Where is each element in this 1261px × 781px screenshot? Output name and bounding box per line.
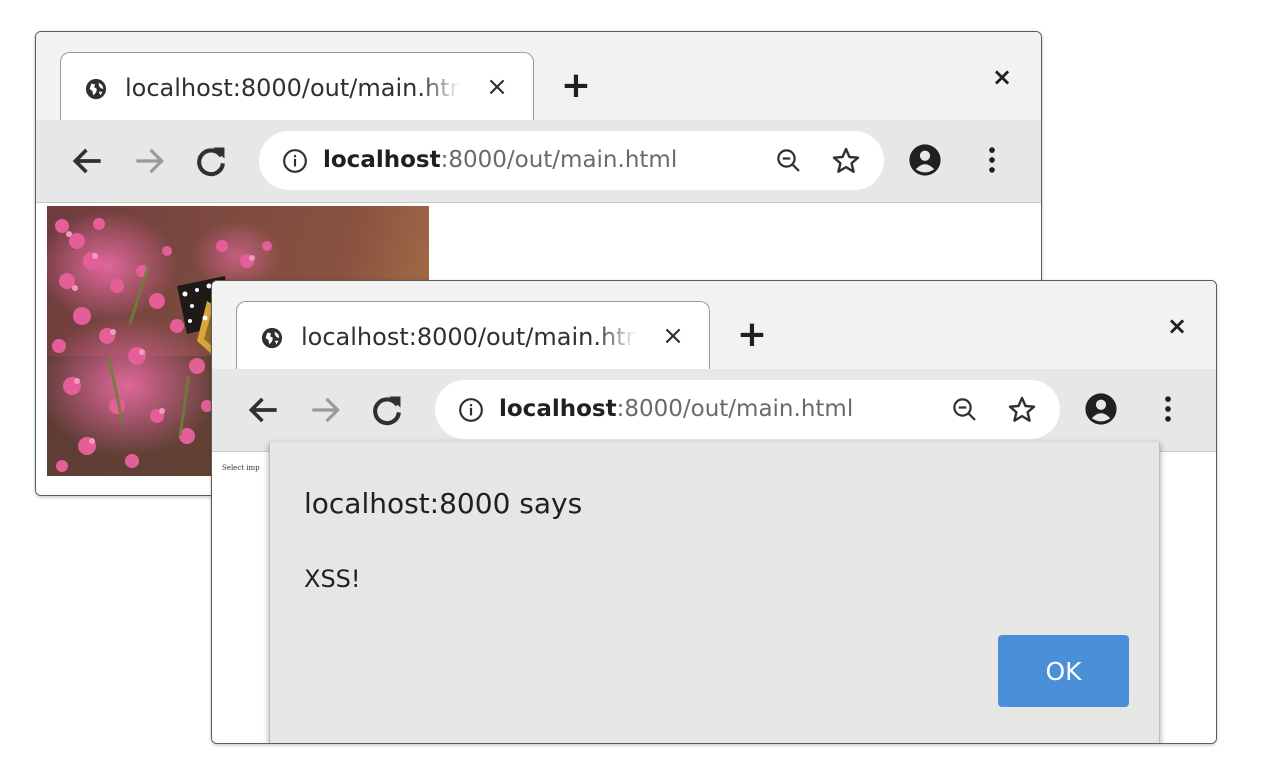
zoom-out-icon[interactable]: [950, 395, 980, 425]
back-arrow-icon[interactable]: [69, 142, 107, 180]
tab-title: localhost:8000/out/main.html: [125, 74, 460, 102]
address-bar[interactable]: localhost:8000/out/main.html: [435, 380, 1060, 439]
globe-icon: [261, 327, 283, 349]
browser-tab[interactable]: localhost:8000/out/main.html ×: [236, 301, 710, 371]
url-host: localhost: [499, 396, 617, 422]
more-menu-icon[interactable]: [1151, 392, 1185, 426]
alert-dialog: localhost:8000 says XSS! OK: [269, 442, 1160, 743]
tab-strip: localhost:8000/out/main.html × + ×: [36, 32, 1041, 122]
ok-button[interactable]: OK: [998, 635, 1129, 707]
page-text: Select imp: [222, 464, 260, 472]
tab-title: localhost:8000/out/main.html: [301, 323, 636, 351]
tab-close-icon[interactable]: ×: [657, 320, 689, 352]
reload-icon[interactable]: [192, 142, 230, 180]
info-icon[interactable]: [282, 148, 308, 174]
url-text: localhost:8000/out/main.html: [499, 394, 853, 424]
url-path: :8000/out/main.html: [440, 147, 678, 173]
browser-tab[interactable]: localhost:8000/out/main.html ×: [60, 52, 534, 122]
more-menu-icon[interactable]: [975, 143, 1009, 177]
address-bar[interactable]: localhost:8000/out/main.html: [259, 131, 884, 190]
zoom-out-icon[interactable]: [774, 146, 804, 176]
browser-window-front: localhost:8000/out/main.html × + × local…: [211, 280, 1217, 744]
url-path: :8000/out/main.html: [616, 396, 854, 422]
tab-strip: localhost:8000/out/main.html × + ×: [212, 281, 1216, 371]
url-host: localhost: [323, 147, 441, 173]
bookmark-star-icon[interactable]: [1006, 394, 1038, 426]
url-text: localhost:8000/out/main.html: [323, 145, 677, 175]
profile-avatar-icon[interactable]: [908, 143, 942, 177]
info-icon[interactable]: [458, 397, 484, 423]
browser-toolbar: localhost:8000/out/main.html: [212, 369, 1216, 452]
page-content: Select imp localhost:8000 says XSS! OK: [212, 442, 1216, 743]
reload-icon[interactable]: [368, 391, 406, 429]
bookmark-star-icon[interactable]: [830, 145, 862, 177]
browser-toolbar: localhost:8000/out/main.html: [36, 120, 1041, 203]
globe-icon: [85, 78, 107, 100]
forward-arrow-icon[interactable]: [306, 391, 344, 429]
window-close-button[interactable]: ×: [1162, 311, 1192, 341]
alert-title: localhost:8000 says: [304, 487, 583, 520]
forward-arrow-icon[interactable]: [130, 142, 168, 180]
new-tab-button[interactable]: +: [556, 66, 596, 106]
alert-message: XSS!: [304, 565, 361, 593]
back-arrow-icon[interactable]: [245, 391, 283, 429]
window-close-button[interactable]: ×: [987, 62, 1017, 92]
tab-close-icon[interactable]: ×: [481, 71, 513, 103]
new-tab-button[interactable]: +: [732, 315, 772, 355]
profile-avatar-icon[interactable]: [1084, 392, 1118, 426]
